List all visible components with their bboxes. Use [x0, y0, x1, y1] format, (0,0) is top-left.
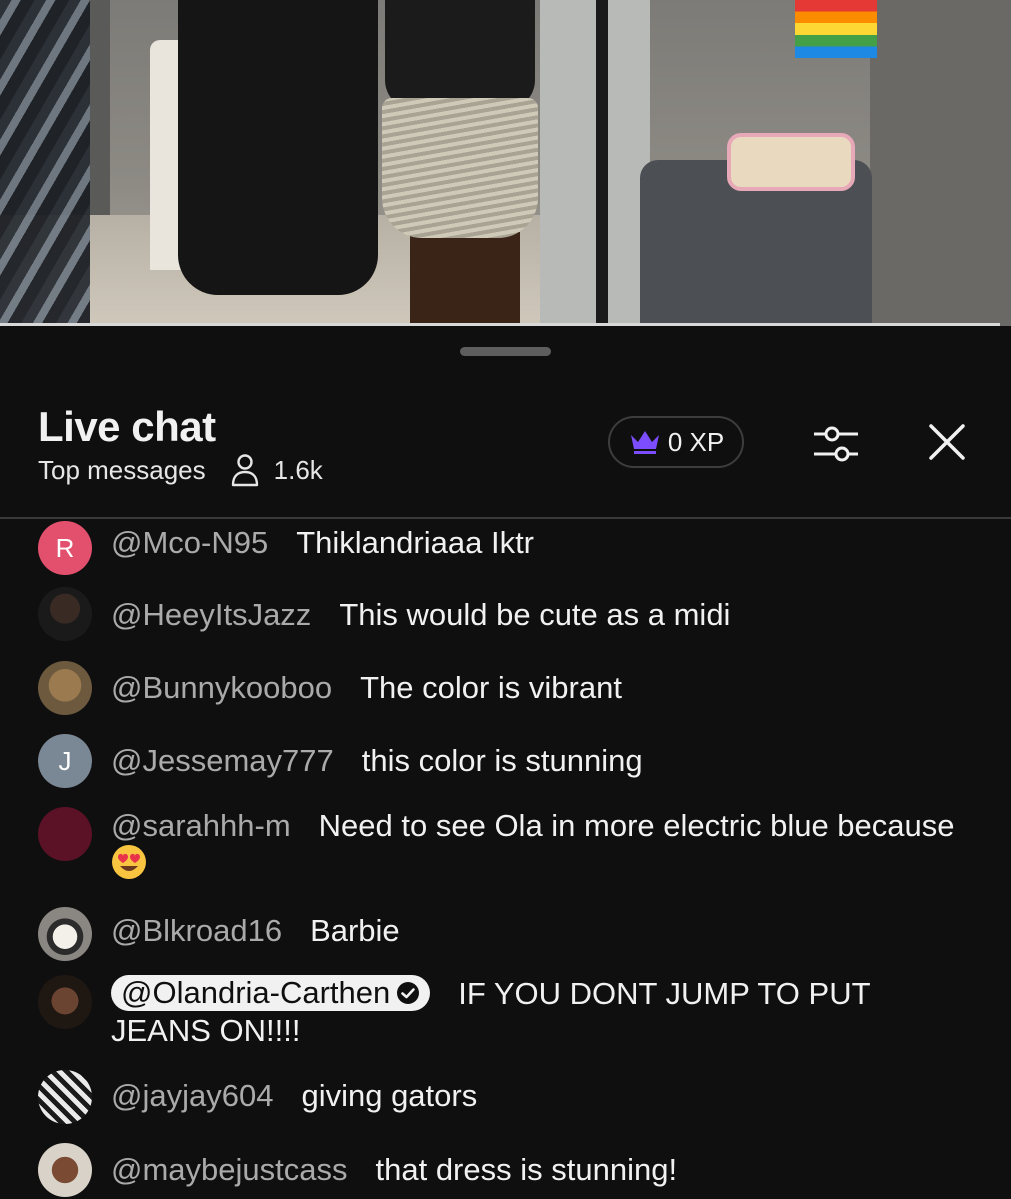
- video-person-center: [385, 0, 535, 110]
- chat-mode-row[interactable]: Top messages 1.6k: [38, 453, 323, 487]
- message-author[interactable]: @Bunnykooboo: [111, 670, 332, 705]
- message-line: @HeeyItsJazz This would be cute as a midi: [111, 596, 971, 633]
- message-line: @Blkroad16 Barbie: [111, 912, 971, 949]
- drag-handle[interactable]: [460, 347, 551, 356]
- chat-mode-label[interactable]: Top messages: [38, 455, 206, 486]
- filter-sliders-icon[interactable]: [812, 422, 860, 466]
- message-text: Thiklandriaaa Iktr: [296, 525, 535, 560]
- video-rope-skirt: [382, 98, 538, 238]
- avatar[interactable]: [38, 907, 92, 961]
- message-text: The color is vibrant: [360, 670, 622, 705]
- message-author: @Olandria-Carthen: [121, 975, 391, 1010]
- video-tripod: [596, 0, 608, 326]
- avatar[interactable]: R: [38, 521, 92, 575]
- video-pouch: [727, 133, 855, 191]
- channel-owner-badge[interactable]: @Olandria-Carthen: [111, 975, 431, 1011]
- xp-label: 0 XP: [667, 426, 725, 457]
- message-line: @jayjay604 giving gators: [111, 1077, 971, 1114]
- viewer-count: 1.6k: [273, 454, 323, 485]
- video-person-right: [540, 0, 650, 326]
- avatar[interactable]: [38, 1143, 92, 1197]
- chat-message-list[interactable]: R @Mco-N95 Thiklandriaaa Iktr @HeeyItsJaz…: [0, 519, 1011, 1199]
- message-line: @Mco-N95 Thiklandriaaa Iktr: [111, 524, 971, 561]
- message-author[interactable]: @Jessemay777: [111, 743, 334, 778]
- message-text: this color is stunning: [361, 743, 643, 778]
- video-rainbow-flag: [795, 0, 877, 58]
- message-text: Barbie: [310, 913, 400, 948]
- video-legs: [410, 232, 520, 326]
- avatar[interactable]: J: [38, 734, 92, 788]
- message-author[interactable]: @maybejustcass: [111, 1152, 348, 1187]
- xp-button[interactable]: 0 XP: [608, 416, 744, 468]
- message-author[interactable]: @Mco-N95: [111, 525, 268, 560]
- avatar[interactable]: [38, 1070, 92, 1124]
- message-line: @maybejustcass that dress is stunning!: [111, 1151, 971, 1188]
- video-clothes-rack: [0, 0, 90, 326]
- message-text: Need to see Ola in more electric blue be…: [318, 808, 955, 843]
- live-chat-title: Live chat: [38, 403, 216, 450]
- close-icon[interactable]: [928, 423, 966, 461]
- person-icon: [231, 454, 258, 487]
- message-author[interactable]: @sarahhh-m: [111, 808, 291, 843]
- video-person-left: [178, 0, 378, 295]
- message-text: giving gators: [301, 1078, 478, 1113]
- message-author[interactable]: @jayjay604: [111, 1078, 273, 1113]
- message-author[interactable]: @Blkroad16: [111, 913, 282, 948]
- live-chat-panel: Live chat Top messages 1.6k 0 XP R @Mco-…: [0, 326, 1011, 1199]
- message-line: @sarahhh-m Need to see Ola in more electr…: [111, 807, 971, 882]
- avatar[interactable]: [38, 807, 92, 861]
- video-player[interactable]: [0, 0, 1011, 326]
- avatar-letter: J: [58, 745, 72, 776]
- verified-check-icon: [397, 982, 420, 1004]
- avatar[interactable]: [38, 661, 92, 715]
- message-line: @Olandria-Carthen IF YOU DONT JUMP TO PU…: [111, 975, 971, 1049]
- crown-icon: [630, 431, 659, 454]
- message-text: that dress is stunning!: [375, 1152, 678, 1187]
- message-line: @Jessemay777 this color is stunning: [111, 742, 971, 779]
- avatar[interactable]: [38, 587, 92, 641]
- video-right-wall: [870, 0, 1011, 326]
- message-text: This would be cute as a midi: [339, 597, 731, 632]
- message-author[interactable]: @HeeyItsJazz: [111, 597, 311, 632]
- heart-eyes-emoji-icon: [112, 845, 146, 879]
- avatar[interactable]: [38, 975, 92, 1029]
- avatar-letter: R: [55, 532, 75, 563]
- message-line: @Bunnykooboo The color is vibrant: [111, 669, 971, 706]
